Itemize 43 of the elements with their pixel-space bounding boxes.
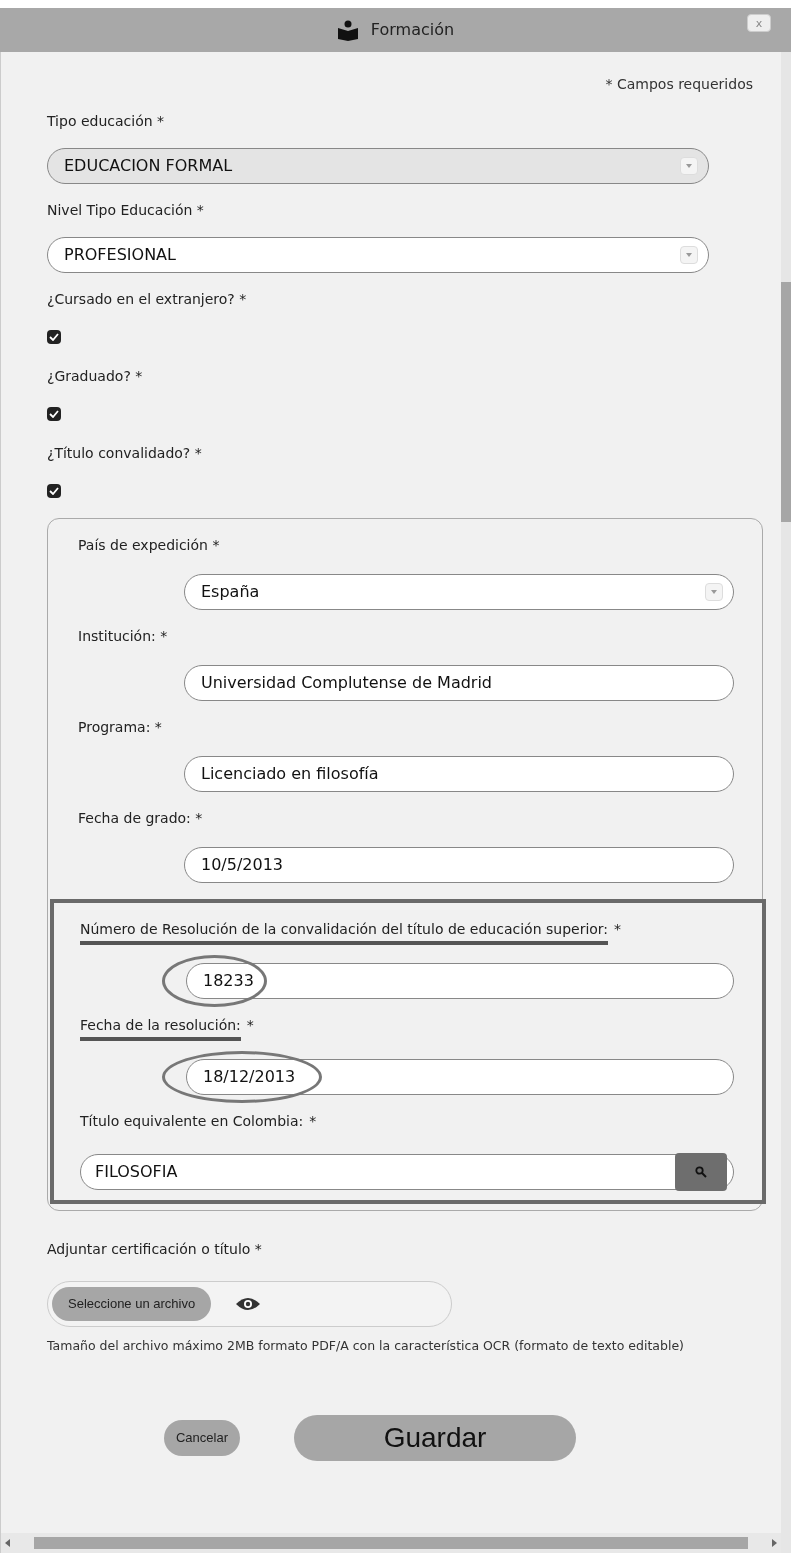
field-label: País de expedición * <box>78 536 221 555</box>
field-label: ¿Graduado? * <box>47 367 144 386</box>
input-field[interactable]: Universidad Complutense de Madrid <box>184 665 734 701</box>
cancel-button[interactable]: Cancelar <box>164 1420 240 1456</box>
checkbox[interactable] <box>47 407 61 421</box>
field-label: Título equivalente en Colombia: <box>80 1112 304 1131</box>
eye-icon[interactable] <box>235 1296 262 1312</box>
input-field[interactable]: Licenciado en filosofía <box>184 756 734 792</box>
required-mark: * <box>246 1016 254 1035</box>
input-field[interactable]: 18233 <box>186 963 734 999</box>
required-mark: * <box>614 920 622 939</box>
vertical-scrollbar[interactable] <box>781 282 791 522</box>
field-label: Programa: * <box>78 718 163 737</box>
dropdown[interactable]: España <box>184 574 734 610</box>
window-title: Formación <box>370 19 455 41</box>
dropdown[interactable]: PROFESIONAL <box>47 237 709 273</box>
reader-icon <box>336 19 359 41</box>
field-label: Nivel Tipo Educación * <box>47 201 205 220</box>
dropdown-value: PROFESIONAL <box>64 244 176 266</box>
scroll-left-icon[interactable] <box>5 1539 10 1547</box>
required-mark: * <box>309 1112 317 1131</box>
file-field[interactable]: Seleccione un archivo <box>47 1281 452 1327</box>
dropdown-value: España <box>201 581 260 603</box>
file-size-hint: Tamaño del archivo máximo 2MB formato PDF/A con la característica OCR (formato de texto editable) <box>47 1338 684 1353</box>
checkbox[interactable] <box>47 330 61 344</box>
underlined-label: Fecha de la resolución: <box>80 1015 241 1041</box>
dropdown-icon[interactable] <box>680 246 698 264</box>
field-label: Adjuntar certificación o título * <box>47 1241 262 1257</box>
underlined-label: Número de Resolución de la convalidación del título de educación superior: <box>80 919 609 945</box>
file-select-button[interactable]: Seleccione un archivo <box>52 1287 212 1321</box>
horizontal-scrollbar[interactable] <box>34 1537 748 1549</box>
dropdown-value: EDUCACION FORMAL <box>64 155 233 177</box>
checkbox[interactable] <box>47 484 61 498</box>
input-field[interactable]: 18/12/2013 <box>186 1059 734 1095</box>
required-note: * Campos requeridos <box>605 75 753 94</box>
field-label: Institución: * <box>78 627 169 646</box>
save-button[interactable]: Guardar <box>294 1415 576 1461</box>
field-label: Tipo educación * <box>47 112 166 131</box>
field-label: ¿Cursado en el extranjero? * <box>47 290 248 309</box>
dropdown-icon[interactable] <box>705 583 723 601</box>
field-label: ¿Título convalidado? * <box>47 444 203 463</box>
input-field[interactable]: 10/5/2013 <box>184 847 734 883</box>
field-label: Fecha de grado: * <box>78 809 204 828</box>
